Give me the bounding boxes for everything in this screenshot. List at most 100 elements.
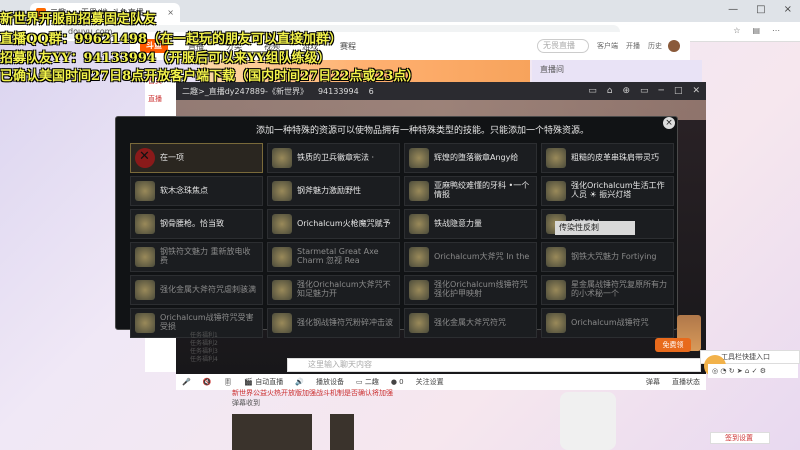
room-title: 二趣>_直播dy247889-《新世界》 <box>182 86 308 96</box>
resource-cell[interactable]: Orichalcum战锤符咒 <box>541 308 674 338</box>
resource-cell[interactable]: 在一项 <box>130 143 263 173</box>
axe-icon <box>135 280 155 300</box>
axe-icon <box>272 247 292 267</box>
mute-button[interactable]: 🔇 <box>203 378 212 386</box>
badge-icon <box>272 148 292 168</box>
quick-icon[interactable]: ✓ <box>752 367 758 375</box>
viewer-count: 6 <box>368 86 374 96</box>
mascot-image <box>560 392 616 450</box>
volume-button[interactable]: 🔊 <box>295 378 304 386</box>
post-thumbnail[interactable] <box>232 414 312 450</box>
resource-cell-label: 强化钢战锤符咒粉碎冲击波 <box>297 317 393 327</box>
quick-icon[interactable]: ⌂ <box>745 367 749 375</box>
nav-item-video[interactable]: 视频 <box>264 41 280 52</box>
resource-cell[interactable]: 强化金属大斧咒符咒 <box>404 308 537 338</box>
resource-cell-label: 在一项 <box>160 152 184 162</box>
resource-cell[interactable]: 强化Orichalcum大斧咒不知足魅力开 <box>267 275 400 305</box>
hammer-icon <box>409 280 429 300</box>
axe-icon <box>409 313 429 333</box>
post-title[interactable]: 新世界公益火热开放版加强战斗机制是否确认将加强 <box>232 388 532 398</box>
resource-cell[interactable]: 星金属战锤符咒复原所有力的小术秘一个 <box>541 275 674 305</box>
post-thumbnail-2[interactable] <box>330 414 354 450</box>
client-download-link[interactable]: 客户端 <box>597 41 618 51</box>
nav-item-schedule[interactable]: 赛程 <box>340 41 356 52</box>
resource-cell[interactable]: 亚麻鸭绞难懂的牙科 •一个情报 <box>404 176 537 206</box>
axe-icon <box>272 181 292 201</box>
side-panel-title: 直播间 <box>540 65 564 74</box>
task-item[interactable]: 任务福利2 <box>190 340 218 348</box>
player-maximize-icon[interactable]: □ <box>674 86 683 96</box>
favorites-icon[interactable]: ☆ <box>733 26 740 35</box>
resource-cell[interactable]: 强化钢战锤符咒粉碎冲击波 <box>267 308 400 338</box>
resource-cell-label: 钢铁符文魅力 重新放电收费 <box>160 247 251 265</box>
resource-cell[interactable]: 钢斧魅力激励野性 <box>267 176 400 206</box>
hammer-icon <box>272 313 292 333</box>
playback-device-button[interactable]: 播放设备 <box>316 377 344 387</box>
quick-icon[interactable]: ⚙ <box>760 367 766 375</box>
minimize-button[interactable]: — <box>728 4 738 15</box>
site-logo[interactable]: 斗鱼 <box>140 39 168 53</box>
quick-icon[interactable]: ➤ <box>737 367 743 375</box>
resource-cell[interactable]: 铁战隐意力量 <box>404 209 537 239</box>
task-item[interactable]: 任务福利3 <box>190 348 218 356</box>
resource-cell[interactable]: 强化金属大斧符咒虐刺骇满 <box>130 275 263 305</box>
chat-input[interactable]: 这里输入聊天内容 <box>287 358 701 372</box>
mixer-button[interactable]: 🎚 <box>223 378 232 386</box>
player-minimize-icon[interactable]: ─ <box>659 86 664 96</box>
resource-cell-label: Orichalcum战锤符咒 <box>571 317 649 327</box>
resource-cell[interactable]: 钢铁符文魅力 重新放电收费 <box>130 242 263 272</box>
auto-live-button[interactable]: 🎬 自动直播 <box>244 377 283 387</box>
resource-cell[interactable]: 强化Orichalcum生活工作人员 ☀ 振兴灯塔 <box>541 176 674 206</box>
nav-item-category[interactable]: 分类 <box>226 41 242 52</box>
resource-cell[interactable]: Orichalcum大斧咒 In the <box>404 242 537 272</box>
dialog-close-button[interactable]: × <box>663 117 675 129</box>
mic-button[interactable]: 🎤 <box>182 378 191 386</box>
browser-tab[interactable]: 二趣>-- 无畏/地_斗鱼直播 × <box>30 3 180 22</box>
search-input[interactable]: 无畏直播 <box>537 39 589 53</box>
nav-item-game[interactable]: 游戏 <box>302 41 318 52</box>
settings-more-icon[interactable]: ⋯ <box>772 26 780 35</box>
start-broadcast-link[interactable]: 开播 <box>626 41 640 51</box>
task-item[interactable]: 任务福利4 <box>190 356 218 364</box>
screen-toggle-icon[interactable]: ▭ <box>588 86 597 96</box>
quick-icon[interactable]: ↻ <box>729 367 735 375</box>
resource-cell[interactable]: 粗糙的皮革串珠肩带灵巧 <box>541 143 674 173</box>
resource-cell[interactable]: 钢铁大咒魅力 Fortiying <box>541 242 674 272</box>
browser-toolbar-icons: ☆ ▤ ⋯ <box>733 26 780 35</box>
nav-item-live[interactable]: 直播 <box>188 41 204 52</box>
axe-icon <box>409 247 429 267</box>
resource-cell-label: 铁质的卫兵徽章宪法 · <box>297 152 375 162</box>
follow-settings-button[interactable]: 关注设置 <box>416 377 444 387</box>
home-icon[interactable]: ⌂ <box>607 86 613 96</box>
player-titlebar: 二趣>_直播dy247889-《新世界》 94133994 6 ▭ ⌂ ⊕ ▭ … <box>176 82 706 100</box>
bead-icon <box>135 181 155 201</box>
danmu-toggle[interactable]: 弹幕 <box>646 377 660 387</box>
free-claim-badge[interactable]: 免费领 <box>655 338 691 352</box>
charm-icon <box>546 247 566 267</box>
scene-button[interactable]: ▭ 二趣 <box>356 377 379 387</box>
maximize-button[interactable]: □ <box>756 4 765 15</box>
resource-cell[interactable]: Orichalcum火枪魔咒赋予 <box>267 209 400 239</box>
resource-cell[interactable]: 铁质的卫兵徽章宪法 · <box>267 143 400 173</box>
resource-cell[interactable]: Starmetal Great Axe Charm 忽视 Rea <box>267 242 400 272</box>
tab-close-icon[interactable]: × <box>167 8 174 17</box>
resource-cell-label: 星金属战锤符咒复原所有力的小术秘一个 <box>571 280 667 298</box>
resource-cell[interactable]: 软木念珠焦点 <box>130 176 263 206</box>
window-icon[interactable]: ▭ <box>640 86 649 96</box>
quick-icon[interactable]: ◔ <box>720 367 726 375</box>
resource-cell[interactable]: 辉煌的堕落徽章Angy给 <box>404 143 537 173</box>
task-item[interactable]: 任务福利1 <box>190 332 218 340</box>
history-link[interactable]: 历史 <box>648 41 662 51</box>
gamepad-icon[interactable]: ⊕ <box>622 86 630 96</box>
resource-cell[interactable]: 强化Orichalcum线锤符咒强化护甲映射 <box>404 275 537 305</box>
staff-icon <box>546 181 566 201</box>
checkin-settings-button[interactable]: 签到设置 <box>710 432 770 444</box>
linen-icon <box>409 181 429 201</box>
close-window-button[interactable]: × <box>784 4 792 15</box>
user-avatar[interactable] <box>668 40 680 52</box>
site-nav: 直播 分类 视频 游戏 赛程 <box>188 41 356 52</box>
collections-icon[interactable]: ▤ <box>752 26 760 35</box>
quick-icon[interactable]: ◎ <box>712 367 718 375</box>
player-close-icon[interactable]: ✕ <box>692 86 700 96</box>
resource-cell[interactable]: 钢骨腰枪。恰当致 <box>130 209 263 239</box>
